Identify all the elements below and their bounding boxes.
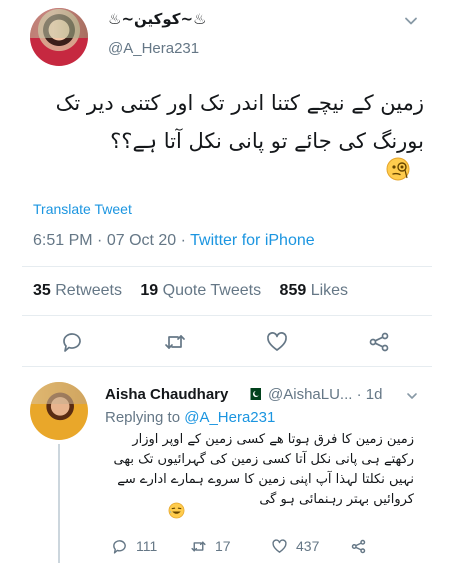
author-avatar[interactable] <box>30 8 88 66</box>
reply-replies-count: 111 <box>136 538 158 554</box>
tweet-stats: 35 Retweets 19 Quote Tweets 859 Likes <box>33 282 348 300</box>
share-icon <box>369 332 389 352</box>
share-button[interactable] <box>367 330 391 354</box>
reply-like-button[interactable]: 437 <box>271 537 319 555</box>
retweet-button[interactable] <box>163 330 187 354</box>
retweets-stat[interactable]: 35 Retweets <box>33 282 122 299</box>
author-display-name[interactable]: ♨~کوکین~♨ <box>108 10 207 28</box>
heart-icon <box>272 538 287 553</box>
tweet-time: 6:51 PM <box>33 232 93 249</box>
replying-to: Replying to @A_Hera231 <box>105 409 276 426</box>
reply-reply-button[interactable]: 111 <box>111 537 157 555</box>
thread-line <box>58 444 60 563</box>
reply-retweets-count: 17 <box>215 538 231 554</box>
reply-share-button[interactable] <box>350 537 367 555</box>
replying-to-handle-link[interactable]: @A_Hera231 <box>184 409 275 426</box>
tweet-meta: 6:51 PM · 07 Oct 20 · Twitter for iPhone <box>33 232 315 249</box>
reply-author-name[interactable]: Aisha Chaudhary <box>105 386 228 403</box>
divider <box>22 266 432 267</box>
quote-tweets-stat[interactable]: 19 Quote Tweets <box>140 282 261 299</box>
likes-stat[interactable]: 859 Likes <box>280 282 349 299</box>
like-button[interactable] <box>265 330 289 354</box>
reply-handle-time[interactable]: @AishaLU... · 1d <box>268 386 382 403</box>
retweet-icon <box>165 335 185 349</box>
reply-author-avatar[interactable] <box>30 382 88 440</box>
reply-text: زمین زمین کا فرق ہوتا ھے کسی زمین کے اوپ… <box>113 432 414 507</box>
divider <box>22 366 432 367</box>
reply-likes-count: 437 <box>296 538 320 554</box>
translate-tweet-link[interactable]: Translate Tweet <box>33 201 132 217</box>
chevron-down-icon[interactable] <box>404 14 418 28</box>
reply-retweet-button[interactable]: 17 <box>190 537 231 555</box>
tweet-source-link[interactable]: Twitter for iPhone <box>190 232 315 249</box>
laughing-face-icon <box>168 502 185 519</box>
divider <box>22 315 432 316</box>
pakistan-flag-icon <box>247 388 261 400</box>
heart-icon <box>267 332 287 351</box>
face-with-monocle-icon <box>386 157 410 181</box>
tweet-text: زمین کے نیچے کتنا اندر تک اور کتنی دیر ت… <box>55 91 424 153</box>
retweet-icon <box>191 541 206 551</box>
reply-icon <box>113 539 126 554</box>
reply-icon <box>63 333 81 352</box>
share-icon <box>351 539 366 553</box>
author-handle[interactable]: @A_Hera231 <box>108 40 199 57</box>
tweet-date: 07 Oct 20 <box>106 232 177 249</box>
reply-button[interactable] <box>60 330 84 354</box>
chevron-down-icon[interactable] <box>406 390 418 402</box>
